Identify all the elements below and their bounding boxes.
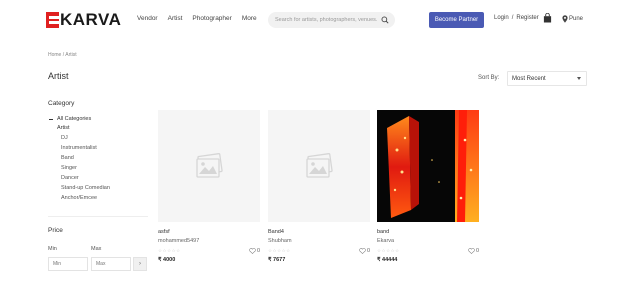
- heart-icon: [359, 248, 366, 254]
- like-button[interactable]: 0: [468, 248, 479, 254]
- max-price-input[interactable]: [91, 257, 131, 271]
- main-nav: Vendor Artist Photographer More: [137, 15, 267, 22]
- shopping-bag-icon[interactable]: [543, 13, 552, 23]
- search-bar: [268, 12, 395, 28]
- star-rating: ☆☆☆☆☆: [268, 248, 291, 253]
- artist-card[interactable]: Band4 Shubham ☆☆☆☆☆ 0 ₹ 7677: [268, 110, 370, 263]
- card-title[interactable]: Band4: [268, 229, 370, 237]
- red-lights-photo: [377, 110, 479, 222]
- nav-item-more[interactable]: More: [242, 15, 257, 22]
- artist-card[interactable]: band Ekarva ☆☆☆☆☆ 0 ₹ 44444: [377, 110, 479, 263]
- logo-text: KARVA: [60, 10, 122, 29]
- image-placeholder-icon: [196, 153, 223, 178]
- card-meta: ☆☆☆☆☆ 0: [268, 247, 370, 255]
- auth-separator: /: [511, 15, 514, 21]
- location-label: Pune: [569, 16, 584, 22]
- become-partner-button[interactable]: Become Partner: [429, 12, 484, 28]
- card-price: ₹ 7677: [268, 257, 286, 263]
- sort-label: Sort By:: [478, 75, 500, 81]
- star-rating: ☆☆☆☆☆: [158, 248, 181, 253]
- card-price: ₹ 4000: [158, 257, 176, 263]
- collapse-icon: [49, 118, 53, 120]
- card-vendor: mohammed5497: [158, 238, 200, 244]
- category-artist[interactable]: Artist: [57, 123, 110, 133]
- card-image[interactable]: [377, 110, 479, 222]
- location-selector[interactable]: Pune: [562, 15, 583, 23]
- sort-select[interactable]: Most Recent: [507, 71, 587, 86]
- all-categories-item[interactable]: All Categories: [49, 115, 110, 123]
- image-placeholder-icon: [306, 153, 333, 178]
- nav-item-artist[interactable]: Artist: [168, 15, 183, 22]
- chevron-down-icon: [577, 77, 581, 80]
- subcategory-instrumentalist[interactable]: Instrumentalist: [61, 143, 110, 153]
- search-icon[interactable]: [381, 16, 389, 24]
- subcategory-standup-comedian[interactable]: Stand-up Comedian: [61, 183, 110, 193]
- breadcrumb: Home / Artist: [48, 52, 77, 58]
- min-label: Min: [48, 246, 57, 252]
- search-input[interactable]: [275, 17, 377, 23]
- like-count: 0: [366, 248, 370, 254]
- category-list: All Categories Artist DJ Instrumentalist…: [49, 115, 110, 203]
- card-title[interactable]: asfsf: [158, 229, 260, 237]
- all-categories-label: All Categories: [57, 116, 92, 122]
- heart-icon: [249, 248, 256, 254]
- like-count: 0: [256, 248, 260, 254]
- card-meta: ☆☆☆☆☆ 0: [377, 247, 479, 255]
- price-heading: Price: [48, 227, 63, 234]
- location-pin-icon: [562, 15, 568, 23]
- subcategory-anchor-emcee[interactable]: Anchor/Emcee: [61, 193, 110, 203]
- star-rating: ☆☆☆☆☆: [377, 248, 400, 253]
- site-header: KARVA Vendor Artist Photographer More Be…: [0, 0, 631, 38]
- subcategory-dj[interactable]: DJ: [61, 133, 110, 143]
- card-vendor: Shubham: [268, 238, 292, 244]
- auth-links: Login / Register: [494, 15, 539, 21]
- card-price: ₹ 44444: [377, 257, 398, 263]
- min-price-input[interactable]: [48, 257, 88, 271]
- card-image[interactable]: [268, 110, 370, 222]
- login-link[interactable]: Login: [494, 15, 509, 21]
- nav-item-vendor[interactable]: Vendor: [137, 15, 158, 22]
- like-count: 0: [475, 248, 479, 254]
- card-meta: ☆☆☆☆☆ 0: [158, 247, 260, 255]
- card-image[interactable]: [158, 110, 260, 222]
- register-link[interactable]: Register: [516, 15, 538, 21]
- heart-icon: [468, 248, 475, 254]
- sort-value: Most Recent: [512, 75, 546, 82]
- nav-item-photographer[interactable]: Photographer: [192, 15, 231, 22]
- artist-card[interactable]: asfsf mohammed5497 ☆☆☆☆☆ 0 ₹ 4000: [158, 110, 260, 263]
- like-button[interactable]: 0: [359, 248, 370, 254]
- card-title[interactable]: band: [377, 229, 479, 237]
- subcategory-dancer[interactable]: Dancer: [61, 173, 110, 183]
- logo-mark-icon: [46, 12, 59, 28]
- sidebar-divider: [48, 216, 148, 217]
- like-button[interactable]: 0: [249, 248, 260, 254]
- logo[interactable]: KARVA: [46, 11, 121, 29]
- chevron-right-icon: ›: [139, 261, 141, 267]
- price-apply-button[interactable]: ›: [133, 257, 147, 271]
- category-heading: Category: [48, 100, 75, 107]
- subcategory-singer[interactable]: Singer: [61, 163, 110, 173]
- card-vendor: Ekarva: [377, 238, 395, 244]
- max-label: Max: [91, 246, 102, 252]
- subcategory-band[interactable]: Band: [61, 153, 110, 163]
- page-title: Artist: [48, 71, 69, 81]
